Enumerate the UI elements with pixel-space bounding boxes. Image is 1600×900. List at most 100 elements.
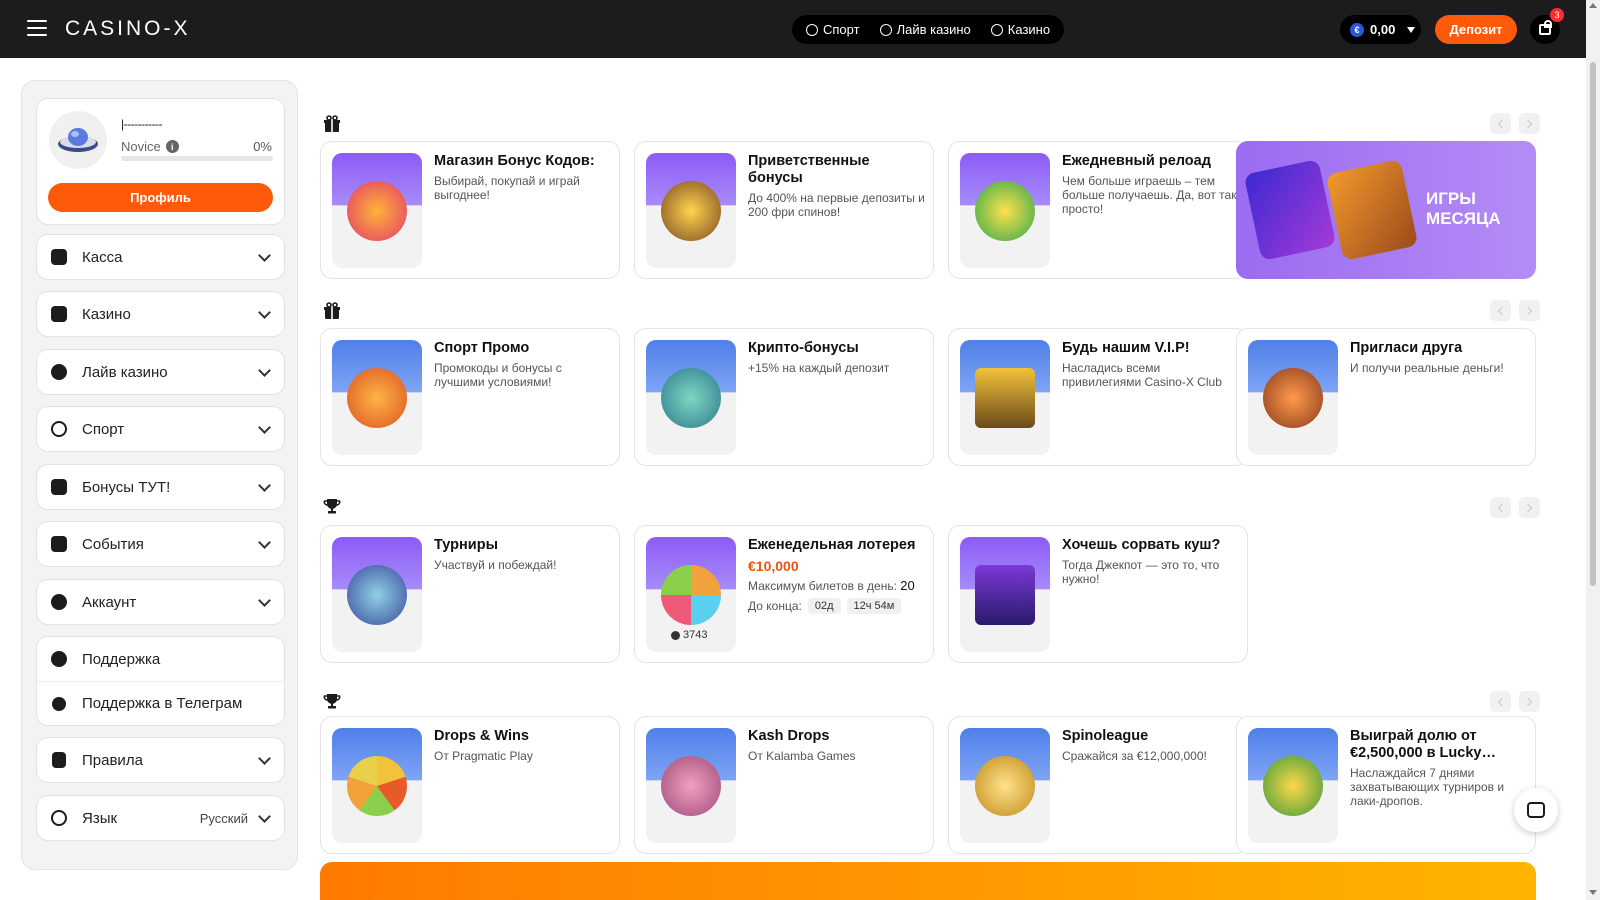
hamburger-menu-icon[interactable]: [27, 20, 47, 36]
promo-card-weekly-lottery[interactable]: 3743 Еженедельная лотерея €10,000 Максим…: [634, 525, 934, 663]
sidebar-item-casino[interactable]: Казино: [36, 291, 285, 337]
sidebar: |----------- Novice i 0% Профиль Касса К…: [21, 80, 298, 870]
next-arrow-icon[interactable]: [1519, 113, 1540, 134]
calendar-icon: [50, 535, 68, 553]
games-of-month-line2: МЕСЯЦА: [1426, 209, 1501, 228]
promo-card-sport-promo[interactable]: Спорт Промо Промокоды и бонусы с лучшими…: [320, 328, 620, 466]
prev-arrow-icon[interactable]: [1490, 113, 1511, 134]
prev-arrow-icon[interactable]: [1490, 300, 1511, 321]
lucky-drops-image: [1248, 728, 1338, 843]
tournaments-image: [332, 537, 422, 652]
globe-icon: [50, 809, 68, 827]
page-scrollbar[interactable]: [1586, 0, 1600, 900]
promo-card-bonus-shop[interactable]: Магазин Бонус Кодов: Выбирай, покупай и …: [320, 141, 620, 279]
sidebar-item-label: Казино: [82, 305, 131, 323]
balance-dropdown[interactable]: € 0,00: [1340, 15, 1421, 44]
scroll-thumb[interactable]: [1590, 62, 1596, 586]
sidebar-item-language[interactable]: Язык Русский: [36, 795, 285, 841]
card-title: Турниры: [434, 537, 498, 553]
prev-arrow-icon[interactable]: [1490, 691, 1511, 712]
user-icon: [50, 593, 68, 611]
main-nav: Спорт Лайв казино Казино: [792, 15, 1065, 44]
promo-card-lucky-drops[interactable]: Выиграй долю от €2,500,000 в Lucky… Насл…: [1236, 716, 1536, 854]
card-title: Будь нашим V.I.P!: [1062, 340, 1190, 356]
promo-card-drops-wins[interactable]: Drops & Wins От Pragmatic Play: [320, 716, 620, 854]
card-title: Spinoleague: [1062, 728, 1149, 744]
sidebar-item-events[interactable]: События: [36, 521, 285, 567]
promo-card-crypto-bonus[interactable]: Крипто-бонусы +15% на каждый депозит: [634, 328, 934, 466]
sidebar-item-live-casino[interactable]: Лайв казино: [36, 349, 285, 395]
gift-icon: [324, 302, 340, 319]
sidebar-item-label: События: [82, 535, 144, 553]
next-arrow-icon[interactable]: [1519, 300, 1540, 321]
promo-card-tournaments[interactable]: Турниры Участвуй и побеждай!: [320, 525, 620, 663]
avatar[interactable]: [49, 111, 107, 169]
promo-card-kash-drops[interactable]: Kash Drops От Kalamba Games: [634, 716, 934, 854]
sidebar-item-cashier[interactable]: Касса: [36, 234, 285, 280]
promo-card-welcome-bonus[interactable]: Приветственные бонусы До 400% на первые …: [634, 141, 934, 279]
scroll-up-arrow-icon[interactable]: [1589, 3, 1597, 8]
live-casino-icon: [879, 23, 892, 36]
max-tickets-value: 20: [900, 578, 915, 593]
rank-progress-bar: [121, 156, 273, 161]
bottom-promo-banner[interactable]: [320, 862, 1536, 900]
card-title: Drops & Wins: [434, 728, 529, 744]
casino-logo[interactable]: CASINO-X: [65, 17, 191, 41]
promo-card-daily-reload[interactable]: Ежедневный релоад Чем больше играешь – т…: [948, 141, 1248, 279]
game-tile-showdown: [1325, 159, 1419, 261]
sidebar-item-support[interactable]: Поддержка: [37, 637, 284, 681]
soccer-ball-icon: [806, 23, 818, 36]
info-icon[interactable]: i: [165, 140, 179, 153]
card-description: Сражайся за €12,000,000!: [1062, 749, 1207, 763]
sidebar-item-rules[interactable]: Правила: [36, 737, 285, 783]
sidebar-item-bonuses[interactable]: Бонусы ТУТ!: [36, 464, 285, 510]
sidebar-item-label: Бонусы ТУТ!: [82, 478, 171, 496]
card-description: Тогда Джекпот — это то, что нужно!: [1062, 558, 1220, 586]
nav-live-casino[interactable]: Лайв казино: [879, 22, 971, 37]
sidebar-item-account[interactable]: Аккаунт: [36, 579, 285, 625]
card-title: Еженедельная лотерея: [748, 537, 916, 553]
card-description: +15% на каждый депозит: [748, 361, 890, 375]
players-count: 3743: [683, 629, 708, 641]
next-arrow-icon[interactable]: [1519, 691, 1540, 712]
promo-card-vip[interactable]: Будь нашим V.I.P! Насладись всеми привил…: [948, 328, 1248, 466]
sport-promo-image: [332, 340, 422, 455]
nav-casino[interactable]: Казино: [990, 22, 1050, 37]
countdown-days: 02д: [807, 598, 841, 614]
deposit-button[interactable]: Депозит: [1435, 15, 1517, 44]
card-description: Наслаждайся 7 днями захватывающих турнир…: [1350, 766, 1505, 808]
section-3-pager: [1490, 497, 1540, 518]
games-of-month-title: ИГРЫ МЕСЯЦА: [1426, 189, 1501, 229]
nav-sport[interactable]: Спорт: [806, 22, 860, 37]
card-description: От Kalamba Games: [748, 749, 856, 763]
piggy-bank-icon: [50, 248, 68, 266]
sidebar-item-label: Лайв казино: [82, 363, 168, 381]
users-icon: [671, 630, 680, 640]
chat-icon: [1527, 802, 1545, 818]
card-description: Участвуй и побеждай!: [434, 558, 557, 572]
chevron-down-icon: [258, 752, 271, 765]
promo-card-invite-friend[interactable]: Пригласи друга И получи реальные деньги!: [1236, 328, 1536, 466]
section-4-pager: [1490, 691, 1540, 712]
gift-badge: 3: [1550, 8, 1564, 22]
promo-card-spinoleague[interactable]: Spinoleague Сражайся за €12,000,000!: [948, 716, 1248, 854]
promo-card-jackpot[interactable]: Хочешь сорвать куш? Тогда Джекпот — это …: [948, 525, 1248, 663]
trophy-icon: [323, 499, 341, 514]
scroll-down-arrow-icon[interactable]: [1589, 890, 1597, 895]
gift-icon: [1539, 20, 1552, 35]
countdown-label: До конца:: [748, 599, 802, 613]
gift-icon: [324, 115, 340, 132]
chevron-down-icon: [258, 364, 271, 377]
sidebar-item-label: Аккаунт: [82, 593, 137, 611]
sidebar-item-telegram-support[interactable]: Поддержка в Телеграм: [37, 681, 284, 725]
card-description: Промокоды и бонусы с лучшими условиями!: [434, 361, 562, 389]
gift-button[interactable]: 3: [1530, 8, 1564, 44]
prev-arrow-icon[interactable]: [1490, 497, 1511, 518]
profile-button[interactable]: Профиль: [48, 183, 273, 212]
lottery-prize: €10,000: [748, 558, 799, 574]
live-chat-button[interactable]: [1514, 788, 1558, 832]
sidebar-item-sport[interactable]: Спорт: [36, 406, 285, 452]
games-of-month-banner[interactable]: ИГРЫ МЕСЯЦА: [1236, 141, 1536, 279]
next-arrow-icon[interactable]: [1519, 497, 1540, 518]
trophy-icon: [323, 694, 341, 709]
